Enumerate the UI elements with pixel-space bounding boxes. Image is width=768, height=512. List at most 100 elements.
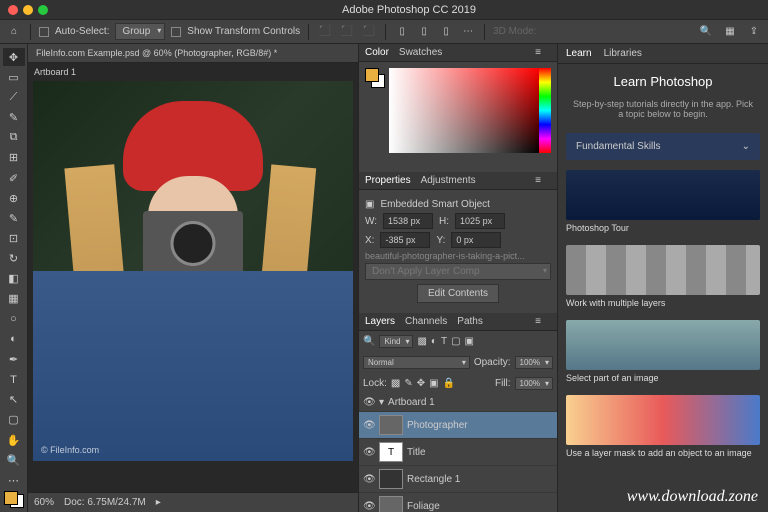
stamp-tool[interactable]: ⊡ bbox=[3, 229, 25, 247]
layer-name[interactable]: Rectangle 1 bbox=[407, 474, 460, 485]
align-center-icon[interactable]: ▯ bbox=[416, 24, 432, 40]
layer-comp-dropdown[interactable]: Don't Apply Layer Comp bbox=[365, 263, 551, 280]
healing-tool[interactable]: ⊕ bbox=[3, 189, 25, 207]
opacity-input[interactable]: 100% bbox=[515, 356, 553, 369]
align-middle-icon[interactable]: ⬛ bbox=[339, 24, 355, 40]
visibility-icon[interactable]: 👁 bbox=[363, 447, 375, 458]
history-brush-tool[interactable]: ↻ bbox=[3, 250, 25, 268]
adjustments-tab[interactable]: Adjustments bbox=[421, 175, 476, 186]
minimize-window[interactable] bbox=[23, 5, 33, 15]
close-window[interactable] bbox=[8, 5, 18, 15]
layer-thumbnail[interactable] bbox=[379, 415, 403, 435]
workspace-icon[interactable]: ▦ bbox=[722, 24, 738, 40]
visibility-icon[interactable]: 👁 bbox=[363, 474, 375, 485]
width-input[interactable] bbox=[383, 213, 433, 229]
align-bottom-icon[interactable]: ⬛ bbox=[361, 24, 377, 40]
filter-type-icon[interactable]: T bbox=[441, 336, 447, 347]
panel-menu-icon[interactable]: ≡ bbox=[535, 316, 541, 327]
visibility-icon[interactable]: 👁 bbox=[363, 501, 375, 512]
eyedropper-tool[interactable]: ✐ bbox=[3, 169, 25, 187]
canvas[interactable]: © FileInfo.com bbox=[28, 81, 358, 492]
layer-group[interactable]: 👁 ▾ Artboard 1 bbox=[359, 394, 557, 412]
crop-tool[interactable]: ⧉ bbox=[3, 129, 25, 147]
visibility-icon[interactable]: 👁 bbox=[363, 420, 375, 431]
height-input[interactable] bbox=[455, 213, 505, 229]
hand-tool[interactable]: ✋ bbox=[3, 431, 25, 449]
learn-tab[interactable]: Learn bbox=[566, 48, 592, 59]
share-icon[interactable]: ⇪ bbox=[746, 24, 762, 40]
fill-input[interactable]: 100% bbox=[515, 377, 553, 390]
blend-mode-dropdown[interactable]: Normal bbox=[363, 356, 470, 369]
pen-tool[interactable]: ✒ bbox=[3, 350, 25, 368]
tutorial-item[interactable]: Photoshop Tour bbox=[566, 170, 760, 233]
status-arrow-icon[interactable]: ▸ bbox=[156, 497, 161, 508]
hue-slider[interactable] bbox=[539, 68, 551, 153]
lock-pixels-icon[interactable]: ✎ bbox=[404, 378, 412, 389]
filter-icon[interactable]: 🔍 bbox=[363, 336, 375, 347]
document-tab[interactable]: FileInfo.com Example.psd @ 60% (Photogra… bbox=[28, 44, 358, 63]
layer-item[interactable]: 👁 T Title bbox=[359, 439, 557, 466]
tutorial-item[interactable]: Use a layer mask to add an object to an … bbox=[566, 395, 760, 458]
lock-artboard-icon[interactable]: ▣ bbox=[429, 378, 438, 389]
auto-select-checkbox[interactable] bbox=[39, 27, 49, 37]
artboard-label[interactable]: Artboard 1 bbox=[28, 63, 358, 81]
lasso-tool[interactable]: ⟋ bbox=[3, 88, 25, 106]
filter-shape-icon[interactable]: ▢ bbox=[451, 336, 460, 347]
color-swatch[interactable] bbox=[4, 491, 24, 508]
filter-adjust-icon[interactable]: ◐ bbox=[431, 336, 437, 347]
channels-tab[interactable]: Channels bbox=[405, 316, 447, 327]
edit-contents-button[interactable]: Edit Contents bbox=[417, 284, 499, 303]
fundamental-skills-section[interactable]: Fundamental Skills ⌄ bbox=[566, 133, 760, 160]
quick-select-tool[interactable]: ✎ bbox=[3, 108, 25, 126]
home-icon[interactable]: ⌂ bbox=[6, 24, 22, 40]
zoom-tool[interactable]: 🔍 bbox=[3, 451, 25, 469]
properties-tab[interactable]: Properties bbox=[365, 175, 411, 186]
align-right-icon[interactable]: ▯ bbox=[438, 24, 454, 40]
tutorial-item[interactable]: Work with multiple layers bbox=[566, 245, 760, 308]
layer-name[interactable]: Title bbox=[407, 447, 426, 458]
path-tool[interactable]: ↖ bbox=[3, 391, 25, 409]
layer-item[interactable]: 👁 Photographer bbox=[359, 412, 557, 439]
libraries-tab[interactable]: Libraries bbox=[604, 48, 642, 59]
lock-position-icon[interactable]: ✥ bbox=[417, 378, 425, 389]
tutorial-item[interactable]: Select part of an image bbox=[566, 320, 760, 383]
visibility-icon[interactable]: 👁 bbox=[363, 397, 375, 408]
auto-select-dropdown[interactable]: Group bbox=[115, 23, 165, 40]
lock-transparency-icon[interactable]: ▩ bbox=[391, 378, 400, 389]
search-icon[interactable]: 🔍 bbox=[698, 24, 714, 40]
align-left-icon[interactable]: ▯ bbox=[394, 24, 410, 40]
filter-pixel-icon[interactable]: ▩ bbox=[417, 336, 426, 347]
expand-icon[interactable]: ▾ bbox=[379, 397, 384, 408]
y-input[interactable] bbox=[451, 232, 501, 248]
layer-thumbnail[interactable] bbox=[379, 469, 403, 489]
panel-menu-icon[interactable]: ≡ bbox=[535, 47, 541, 58]
filter-kind-dropdown[interactable]: Kind bbox=[379, 335, 413, 348]
align-top-icon[interactable]: ⬛ bbox=[317, 24, 333, 40]
maximize-window[interactable] bbox=[38, 5, 48, 15]
paths-tab[interactable]: Paths bbox=[457, 316, 483, 327]
color-field[interactable] bbox=[389, 68, 539, 153]
edit-toolbar[interactable]: ⋯ bbox=[3, 471, 25, 489]
layer-name[interactable]: Foliage bbox=[407, 501, 440, 512]
frame-tool[interactable]: ⊞ bbox=[3, 149, 25, 167]
layers-tab[interactable]: Layers bbox=[365, 316, 395, 327]
more-align-icon[interactable]: ⋯ bbox=[460, 24, 476, 40]
marquee-tool[interactable]: ▭ bbox=[3, 68, 25, 86]
layer-name[interactable]: Artboard 1 bbox=[388, 397, 435, 408]
swatches-tab[interactable]: Swatches bbox=[399, 47, 442, 58]
brush-tool[interactable]: ✎ bbox=[3, 209, 25, 227]
eraser-tool[interactable]: ◧ bbox=[3, 270, 25, 288]
lock-all-icon[interactable]: 🔒 bbox=[443, 378, 455, 389]
filter-smart-icon[interactable]: ▣ bbox=[465, 336, 474, 347]
color-picker-swatch[interactable] bbox=[365, 68, 385, 88]
move-tool[interactable]: ✥ bbox=[3, 48, 25, 66]
dodge-tool[interactable]: ◐ bbox=[3, 330, 25, 348]
layer-thumbnail[interactable] bbox=[379, 496, 403, 512]
shape-tool[interactable]: ▢ bbox=[3, 411, 25, 429]
color-tab[interactable]: Color bbox=[365, 47, 389, 58]
x-input[interactable] bbox=[380, 232, 430, 248]
layer-item[interactable]: 👁 Rectangle 1 bbox=[359, 466, 557, 493]
layer-name[interactable]: Photographer bbox=[407, 420, 468, 431]
layer-thumbnail[interactable]: T bbox=[379, 442, 403, 462]
transform-checkbox[interactable] bbox=[171, 27, 181, 37]
